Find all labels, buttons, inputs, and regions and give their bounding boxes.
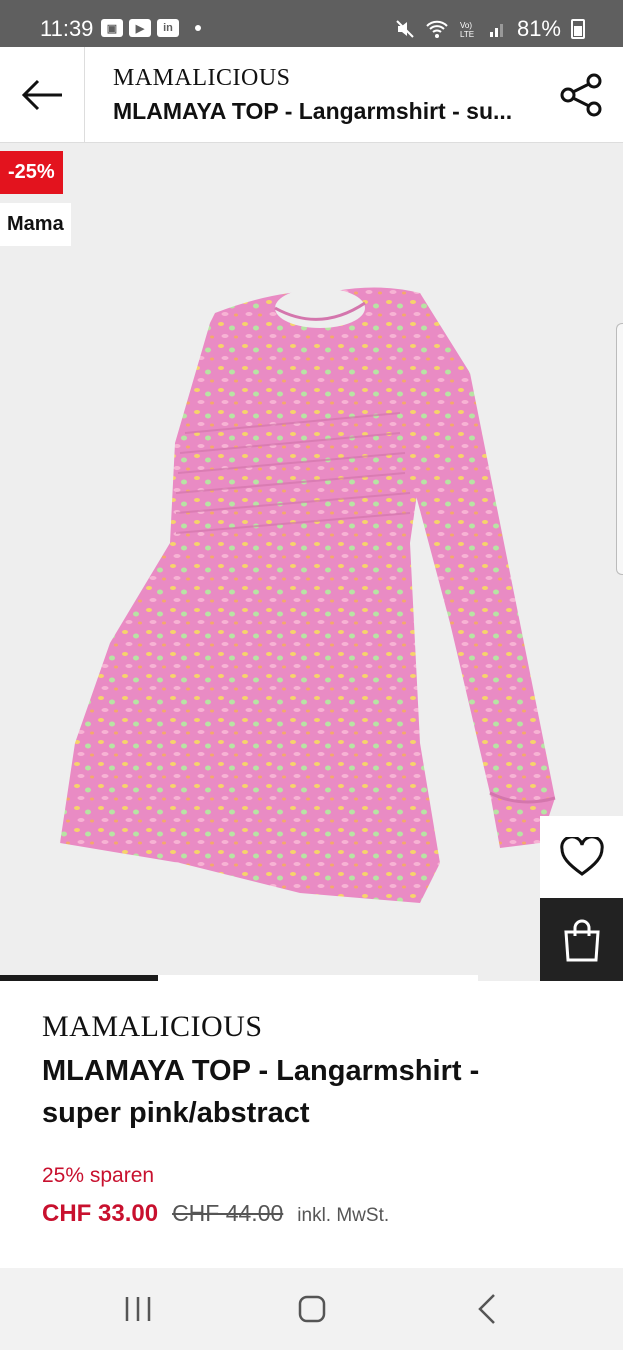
gallery-scroll-handle[interactable]: [616, 323, 623, 575]
original-price: CHF 44.00: [172, 1200, 284, 1226]
discount-badge: -25%: [0, 151, 63, 194]
product-name: MLAMAYA TOP - Langarmshirt - super pink/…: [42, 1055, 480, 1129]
header-brand: MAMALICIOUS: [113, 65, 291, 91]
add-to-bag-button[interactable]: [540, 898, 623, 981]
tax-note: inkl. MwSt.: [297, 1205, 390, 1226]
product-header: MAMALICIOUS MLAMAYA TOP - Langarmshirt -…: [0, 47, 623, 143]
back-button[interactable]: [0, 47, 85, 142]
product-image-gallery[interactable]: -25% Mama: [0, 143, 623, 981]
notification-icons: ▣ ▶ in: [101, 19, 201, 37]
system-navigation-bar: [0, 1268, 623, 1350]
more-notifications-icon: [195, 25, 201, 31]
share-icon: [560, 73, 602, 117]
add-to-wishlist-button[interactable]: [540, 816, 623, 898]
status-time: 11:39: [40, 16, 94, 41]
status-bar: 11:39 ▣ ▶ in Vo) LTE 81%: [0, 0, 623, 47]
system-back-button[interactable]: [457, 1288, 517, 1330]
signal-icon: [489, 24, 503, 37]
svg-text:LTE: LTE: [460, 30, 474, 39]
arrow-left-icon: [21, 79, 62, 110]
linkedin-icon: in: [157, 19, 179, 37]
svg-text:Vo): Vo): [460, 21, 472, 30]
heart-icon: [559, 837, 604, 876]
product-brand[interactable]: MAMALICIOUS: [42, 1010, 602, 1044]
recent-apps-button[interactable]: [108, 1288, 168, 1330]
battery-icon: [571, 19, 585, 39]
category-badge: Mama: [0, 203, 71, 246]
app-notification-icon: ▣: [101, 19, 123, 37]
home-icon: [298, 1295, 326, 1323]
product-image: [60, 287, 556, 903]
recent-apps-icon: [125, 1297, 151, 1321]
header-title: MLAMAYA TOP - Langarmshirt - su...: [113, 98, 513, 124]
shopping-bag-icon: [563, 919, 600, 961]
gallery-progress-bar: [0, 975, 478, 981]
savings-label: 25% sparen: [42, 1164, 155, 1187]
wifi-icon: [426, 20, 448, 38]
youtube-icon: ▶: [129, 19, 151, 37]
home-button[interactable]: [282, 1288, 342, 1330]
gallery-progress-fill: [0, 975, 158, 981]
share-button[interactable]: [559, 72, 605, 118]
price-row: CHF 33.00 CHF 44.00 inkl. MwSt.: [42, 1200, 602, 1228]
volte-icon: Vo)LTE: [460, 21, 474, 39]
battery-percent: 81%: [516, 16, 561, 41]
mute-icon: [396, 20, 414, 38]
current-price: CHF 33.00: [42, 1200, 159, 1227]
product-info: MAMALICIOUS MLAMAYA TOP - Langarmshirt -…: [42, 1010, 602, 1228]
chevron-left-icon: [478, 1294, 495, 1324]
status-right: Vo) LTE 81%: [395, 16, 585, 42]
